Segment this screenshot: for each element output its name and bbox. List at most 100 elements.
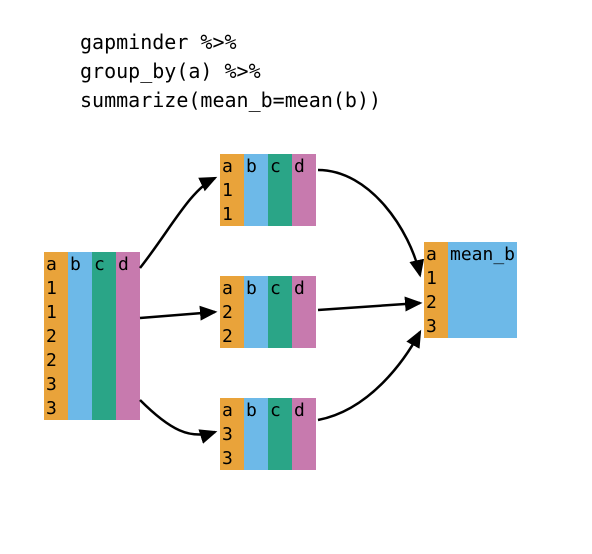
col-header-d: d	[116, 252, 140, 276]
cell-c	[268, 324, 292, 348]
cell-mean-b	[448, 314, 517, 338]
table-row: 2	[44, 324, 140, 348]
cell-d	[116, 348, 140, 372]
table-row: 1	[44, 276, 140, 300]
table-row: 3	[44, 396, 140, 420]
cell-a: 1	[424, 266, 448, 290]
cell-c	[268, 178, 292, 202]
table-row: 3	[424, 314, 517, 338]
col-header-b: b	[244, 398, 268, 422]
arrow-group3-to-result	[318, 332, 420, 420]
cell-a: 2	[424, 290, 448, 314]
cell-c	[92, 276, 116, 300]
cell-c	[268, 422, 292, 446]
cell-b	[68, 324, 92, 348]
cell-b	[68, 276, 92, 300]
table-header-row: a b c d	[220, 398, 316, 422]
cell-b	[244, 300, 268, 324]
group3-table: a b c d 3 3	[220, 398, 316, 470]
table-header-row: a b c d	[220, 154, 316, 178]
cell-d	[116, 300, 140, 324]
cell-b	[68, 372, 92, 396]
col-header-d: d	[292, 398, 316, 422]
group1-table: a b c d 1 1	[220, 154, 316, 226]
col-header-a: a	[424, 242, 448, 266]
col-header-b: b	[244, 276, 268, 300]
col-header-a: a	[220, 276, 244, 300]
code-line-2: group_by(a) %>%	[80, 59, 261, 83]
cell-a: 1	[44, 300, 68, 324]
col-header-d: d	[292, 276, 316, 300]
cell-b	[68, 348, 92, 372]
group2-table: a b c d 2 2	[220, 276, 316, 348]
cell-c	[92, 348, 116, 372]
table-row: 1	[424, 266, 517, 290]
table-header-row: a mean_b	[424, 242, 517, 266]
cell-d	[292, 324, 316, 348]
code-line-1: gapminder %>%	[80, 30, 237, 54]
arrow-source-to-group1	[140, 178, 215, 268]
cell-b	[244, 178, 268, 202]
arrow-source-to-group3	[140, 400, 215, 435]
col-header-mean-b: mean_b	[448, 242, 517, 266]
cell-a: 1	[44, 276, 68, 300]
cell-a: 3	[44, 396, 68, 420]
table-row: 1	[220, 178, 316, 202]
cell-d	[116, 276, 140, 300]
cell-d	[116, 396, 140, 420]
cell-b	[244, 324, 268, 348]
arrow-group2-to-result	[318, 303, 420, 310]
cell-a: 1	[220, 178, 244, 202]
col-header-a: a	[220, 154, 244, 178]
col-header-c: c	[268, 154, 292, 178]
cell-mean-b	[448, 266, 517, 290]
cell-mean-b	[448, 290, 517, 314]
cell-d	[292, 300, 316, 324]
col-header-c: c	[92, 252, 116, 276]
cell-a: 2	[220, 300, 244, 324]
cell-c	[92, 324, 116, 348]
code-block: gapminder %>% group_by(a) %>% summarize(…	[80, 28, 381, 115]
cell-d	[292, 446, 316, 470]
col-header-c: c	[268, 276, 292, 300]
table-row: 3	[44, 372, 140, 396]
table-row: 1	[220, 202, 316, 226]
result-table: a mean_b 1 2 3	[424, 242, 517, 338]
cell-a: 3	[44, 372, 68, 396]
table-row: 2	[220, 324, 316, 348]
cell-b	[244, 202, 268, 226]
cell-c	[92, 300, 116, 324]
table-header-row: a b c d	[44, 252, 140, 276]
cell-c	[92, 396, 116, 420]
source-table: a b c d 1 1 2 2 3 3	[44, 252, 140, 420]
table-header-row: a b c d	[220, 276, 316, 300]
arrow-source-to-group2	[140, 312, 215, 318]
code-line-3: summarize(mean_b=mean(b))	[80, 88, 381, 112]
cell-c	[268, 300, 292, 324]
cell-d	[292, 202, 316, 226]
table-row: 2	[220, 300, 316, 324]
col-header-b: b	[68, 252, 92, 276]
table-row: 3	[220, 446, 316, 470]
cell-a: 2	[44, 324, 68, 348]
cell-a: 3	[424, 314, 448, 338]
cell-b	[68, 396, 92, 420]
col-header-a: a	[44, 252, 68, 276]
cell-a: 3	[220, 422, 244, 446]
table-row: 2	[44, 348, 140, 372]
cell-d	[116, 372, 140, 396]
col-header-a: a	[220, 398, 244, 422]
col-header-d: d	[292, 154, 316, 178]
table-row: 1	[44, 300, 140, 324]
arrow-group1-to-result	[318, 170, 420, 275]
table-row: 2	[424, 290, 517, 314]
cell-c	[268, 446, 292, 470]
cell-c	[92, 372, 116, 396]
cell-a: 1	[220, 202, 244, 226]
cell-a: 2	[220, 324, 244, 348]
cell-b	[244, 446, 268, 470]
col-header-c: c	[268, 398, 292, 422]
cell-c	[268, 202, 292, 226]
cell-b	[68, 300, 92, 324]
cell-d	[116, 324, 140, 348]
